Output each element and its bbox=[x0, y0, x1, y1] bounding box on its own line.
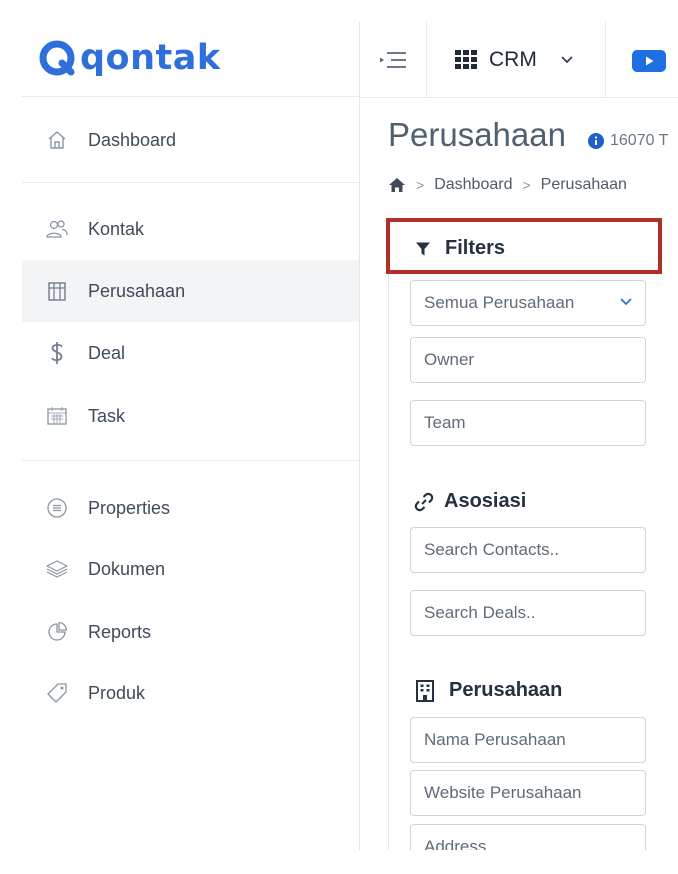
sidebar-item-perusahaan[interactable]: Perusahaan bbox=[22, 260, 359, 322]
sidebar: qontak Dashboard Kontak Perusahaan Deal … bbox=[22, 22, 360, 850]
company-scope-select[interactable]: Semua Perusahaan bbox=[410, 280, 646, 326]
building-icon bbox=[44, 278, 70, 304]
sidebar-item-label: Kontak bbox=[88, 218, 145, 239]
link-icon bbox=[414, 492, 434, 511]
search-contacts-input[interactable]: Search Contacts.. bbox=[410, 527, 646, 573]
sidebar-item-properties[interactable]: Properties bbox=[22, 477, 359, 539]
youtube-icon bbox=[646, 56, 654, 66]
topbar: CRM bbox=[360, 22, 678, 98]
sidebar-item-label: Deal bbox=[88, 342, 126, 363]
owner-placeholder: Owner bbox=[424, 350, 475, 369]
breadcrumb-separator: > bbox=[416, 177, 425, 193]
company-name-placeholder: Nama Perusahaan bbox=[424, 730, 566, 749]
filters-header: Filters bbox=[386, 218, 665, 280]
record-count: 16070 T bbox=[588, 132, 668, 150]
filters-title-row: Filters bbox=[415, 237, 505, 260]
logo-mark-icon bbox=[39, 40, 75, 76]
sidebar-item-label: Reports bbox=[88, 621, 152, 642]
dollar-icon bbox=[44, 340, 70, 366]
sidebar-item-kontak[interactable]: Kontak bbox=[22, 198, 359, 260]
sidebar-item-dashboard[interactable]: Dashboard bbox=[22, 109, 359, 171]
main-content: Perusahaan 16070 T > Dashboard > Perusah… bbox=[360, 98, 678, 850]
address-input[interactable]: Address bbox=[410, 824, 646, 850]
divider bbox=[22, 96, 359, 97]
breadcrumb-separator: > bbox=[522, 177, 531, 193]
sidebar-item-label: Dashboard bbox=[88, 129, 177, 150]
asosiasi-title: Asosiasi bbox=[444, 490, 527, 512]
sidebar-item-deal[interactable]: Deal bbox=[22, 322, 359, 384]
grid-icon bbox=[455, 50, 477, 69]
app-frame: qontak Dashboard Kontak Perusahaan Deal … bbox=[22, 22, 678, 850]
chevron-down-icon bbox=[620, 298, 632, 306]
search-deals-placeholder: Search Deals.. bbox=[424, 603, 536, 622]
sidebar-item-label: Dokumen bbox=[88, 558, 166, 579]
select-value: Semua Perusahaan bbox=[424, 293, 575, 312]
sidebar-item-label: Properties bbox=[88, 497, 171, 518]
breadcrumb: > Dashboard > Perusahaan bbox=[388, 176, 627, 194]
building-icon bbox=[416, 679, 434, 702]
filter-icon bbox=[416, 242, 430, 255]
collapse-menu-icon bbox=[380, 51, 406, 68]
owner-field[interactable]: Owner bbox=[410, 337, 646, 383]
divider bbox=[22, 182, 359, 183]
company-name-input[interactable]: Nama Perusahaan bbox=[410, 717, 646, 763]
team-placeholder: Team bbox=[424, 413, 466, 432]
info-icon bbox=[588, 133, 604, 149]
company-website-placeholder: Website Perusahaan bbox=[424, 783, 582, 802]
module-label: CRM bbox=[489, 47, 537, 71]
address-placeholder: Address bbox=[424, 837, 487, 850]
home-icon bbox=[44, 127, 70, 153]
tag-icon bbox=[44, 680, 70, 706]
perusahaan-section-title: Perusahaan bbox=[449, 679, 563, 701]
chevron-down-icon bbox=[561, 56, 573, 64]
search-contacts-placeholder: Search Contacts.. bbox=[424, 540, 560, 559]
filters-title: Filters bbox=[445, 237, 506, 259]
list-circle-icon bbox=[44, 495, 70, 521]
collapse-menu-button[interactable] bbox=[360, 22, 427, 97]
home-solid-icon[interactable] bbox=[388, 177, 406, 193]
calendar-icon bbox=[44, 403, 70, 429]
search-deals-input[interactable]: Search Deals.. bbox=[410, 590, 646, 636]
sidebar-item-reports[interactable]: Reports bbox=[22, 601, 359, 663]
youtube-button[interactable] bbox=[632, 50, 666, 72]
sidebar-item-label: Task bbox=[88, 405, 126, 426]
asosiasi-title-row: Asosiasi bbox=[414, 490, 526, 513]
qontak-logo[interactable]: qontak bbox=[38, 38, 221, 78]
breadcrumb-dashboard[interactable]: Dashboard bbox=[434, 176, 512, 194]
record-count-text: 16070 T bbox=[610, 132, 669, 149]
layers-icon bbox=[44, 556, 70, 582]
perusahaan-title-row: Perusahaan bbox=[415, 679, 562, 702]
logo-text: qontak bbox=[80, 37, 221, 78]
sidebar-item-label: Produk bbox=[88, 682, 146, 703]
module-switcher[interactable]: CRM bbox=[427, 22, 606, 97]
sidebar-item-label: Perusahaan bbox=[88, 280, 186, 301]
divider bbox=[22, 460, 359, 461]
users-icon bbox=[44, 216, 70, 242]
page-title: Perusahaan bbox=[388, 116, 566, 153]
pie-chart-icon bbox=[44, 619, 70, 645]
sidebar-item-dokumen[interactable]: Dokumen bbox=[22, 538, 359, 600]
sidebar-item-task[interactable]: Task bbox=[22, 385, 359, 447]
company-website-input[interactable]: Website Perusahaan bbox=[410, 770, 646, 816]
team-field[interactable]: Team bbox=[410, 400, 646, 446]
breadcrumb-perusahaan: Perusahaan bbox=[540, 176, 627, 193]
sidebar-item-produk[interactable]: Produk bbox=[22, 662, 359, 724]
filter-panel: Filters Semua Perusahaan Owner Team Asos… bbox=[386, 218, 667, 850]
